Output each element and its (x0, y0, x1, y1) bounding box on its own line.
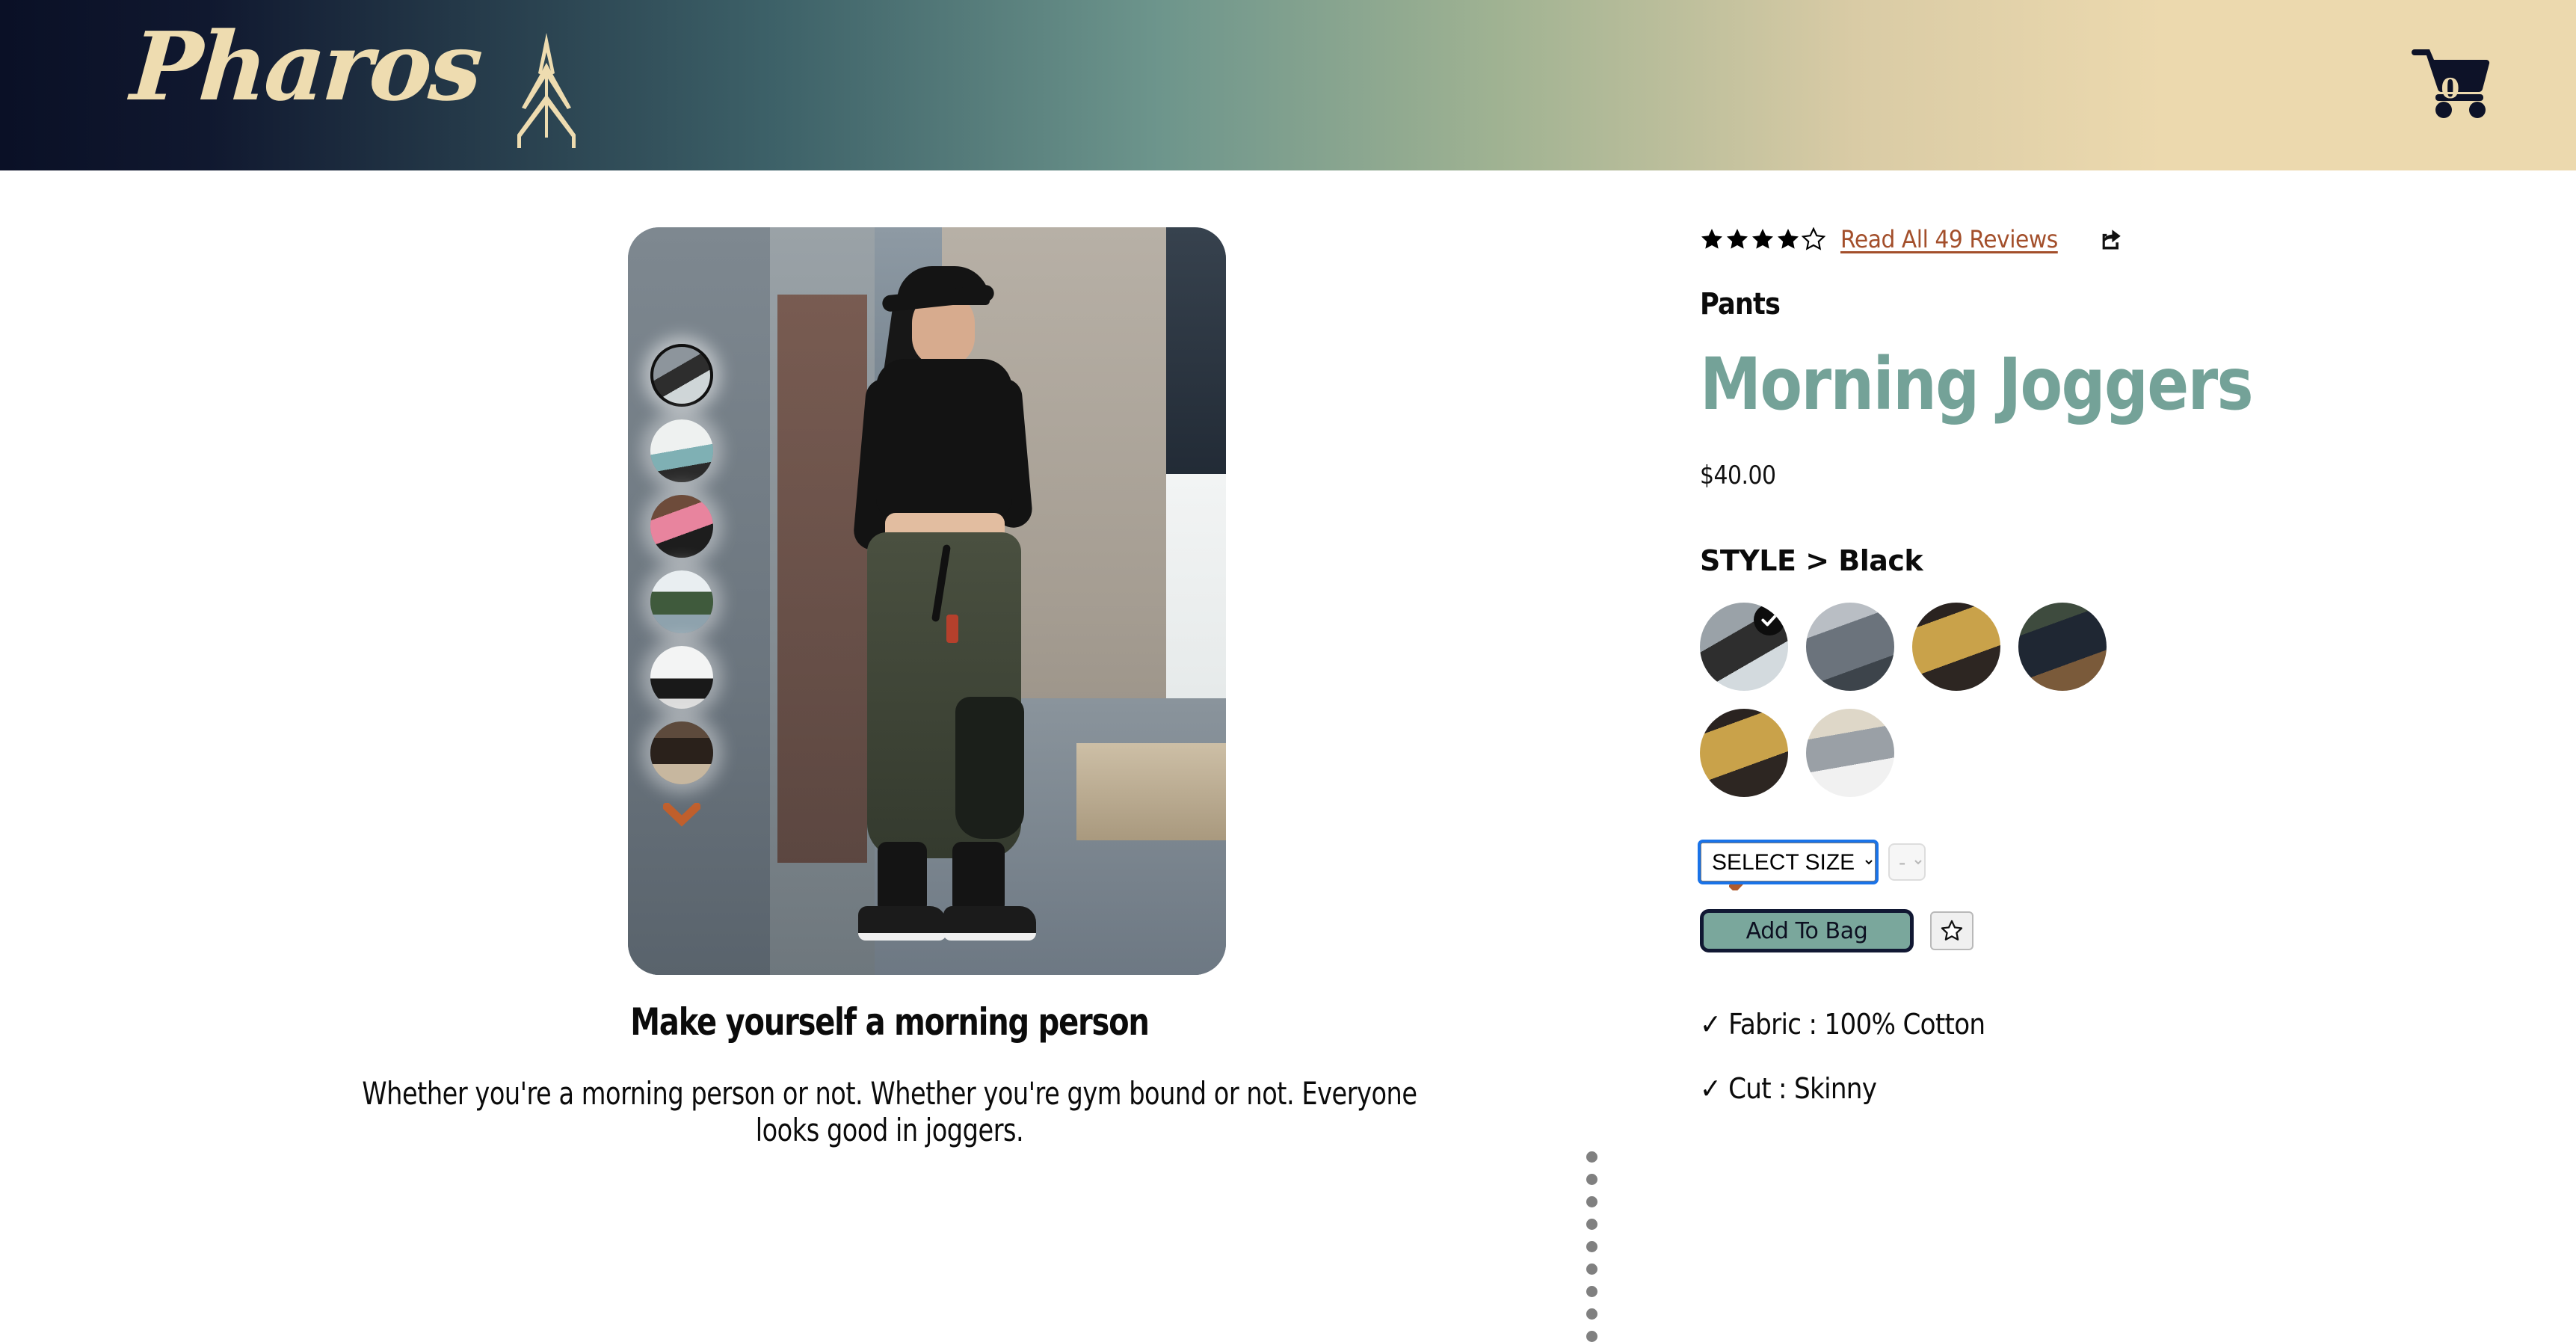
style-swatch[interactable] (1700, 709, 1788, 797)
shopping-cart-icon (2412, 49, 2490, 118)
action-row: Add To Bag (1700, 909, 2447, 952)
thumbnail-scroll-down-button[interactable] (663, 801, 700, 828)
share-icon (2102, 230, 2121, 250)
star-outline-icon (1941, 920, 1963, 941)
gallery-thumbnail[interactable] (650, 344, 713, 407)
scroll-dot[interactable] (1586, 1286, 1597, 1297)
add-to-bag-button[interactable]: Add To Bag (1700, 909, 1914, 952)
style-label: STYLE > Black (1700, 544, 1923, 577)
chevron-down-icon (663, 803, 700, 827)
caption-body: Whether you're a morning person or not. … (362, 1075, 1417, 1148)
cart-button[interactable]: 0 (2410, 39, 2492, 121)
check-circle-icon (1754, 604, 1785, 635)
hero-image[interactable] (628, 227, 1226, 975)
scroll-dot[interactable] (1586, 1263, 1597, 1275)
brand-name: Pharos (127, 11, 484, 122)
star-empty-icon (1802, 227, 1825, 250)
feature-item: ✓ Fabric : 100% Cotton (1700, 1008, 1985, 1041)
product-gallery (628, 227, 1759, 975)
star-filled-icon (1752, 229, 1773, 249)
gallery-thumbnail[interactable] (650, 646, 713, 709)
scroll-dot[interactable] (1586, 1331, 1597, 1342)
hero-model-figure (813, 266, 1053, 961)
product-category: Pants (1700, 287, 1781, 321)
caption-block: Make yourself a morning person Whether y… (224, 1000, 1555, 1148)
style-swatch[interactable] (1912, 603, 2000, 691)
scroll-dot[interactable] (1586, 1151, 1597, 1163)
gallery-thumbnail[interactable] (650, 570, 713, 633)
style-swatch[interactable] (1700, 603, 1788, 691)
feature-item: ✓ Cut : Skinny (1700, 1072, 1877, 1105)
scroll-dot[interactable] (1586, 1196, 1597, 1207)
scroll-dot-rail (1586, 1151, 1597, 1342)
style-swatch[interactable] (1806, 709, 1894, 797)
product-features: ✓ Fabric : 100% Cotton ✓ Cut : Skinny (1700, 1008, 2447, 1105)
scroll-dot[interactable] (1586, 1219, 1597, 1230)
selection-row: SELECT SIZE - (1698, 840, 2447, 884)
product-price: $40.00 (1700, 461, 1776, 490)
wishlist-button[interactable] (1930, 911, 1973, 950)
caption-title: Make yourself a morning person (630, 1000, 1150, 1044)
style-swatch-grid (1700, 603, 2163, 797)
scroll-dot[interactable] (1586, 1308, 1597, 1320)
hero-bg-shape (1076, 743, 1226, 840)
star-rating (1700, 227, 1825, 251)
star-filled-icon (1701, 229, 1722, 249)
star-filled-icon (1727, 229, 1748, 249)
share-button[interactable] (2098, 227, 2124, 252)
size-select[interactable]: SELECT SIZE (1698, 840, 1879, 884)
thumbnail-rail (641, 344, 722, 828)
star-filled-icon (1778, 229, 1799, 249)
scroll-dot[interactable] (1586, 1241, 1597, 1252)
product-title: Morning Joggers (1700, 342, 2254, 426)
product-page: Make yourself a morning person Whether y… (0, 170, 2576, 1342)
gallery-thumbnail[interactable] (650, 495, 713, 558)
rating-row: Read All 49 Reviews (1700, 223, 2447, 256)
brand-logo[interactable]: Pharos (127, 11, 610, 161)
scroll-dot[interactable] (1586, 1174, 1597, 1185)
gallery-thumbnail[interactable] (650, 419, 713, 482)
read-reviews-link[interactable]: Read All 49 Reviews (1840, 225, 2058, 253)
quantity-select[interactable]: - (1888, 843, 1926, 881)
style-swatch[interactable] (2018, 603, 2107, 691)
gallery-thumbnail[interactable] (650, 721, 713, 784)
lighthouse-icon (517, 33, 576, 148)
style-swatch[interactable] (1806, 603, 1894, 691)
product-info-panel: Read All 49 Reviews Pants Morning Jogger… (1698, 223, 2447, 1136)
site-header: Pharos 0 (0, 0, 2576, 170)
